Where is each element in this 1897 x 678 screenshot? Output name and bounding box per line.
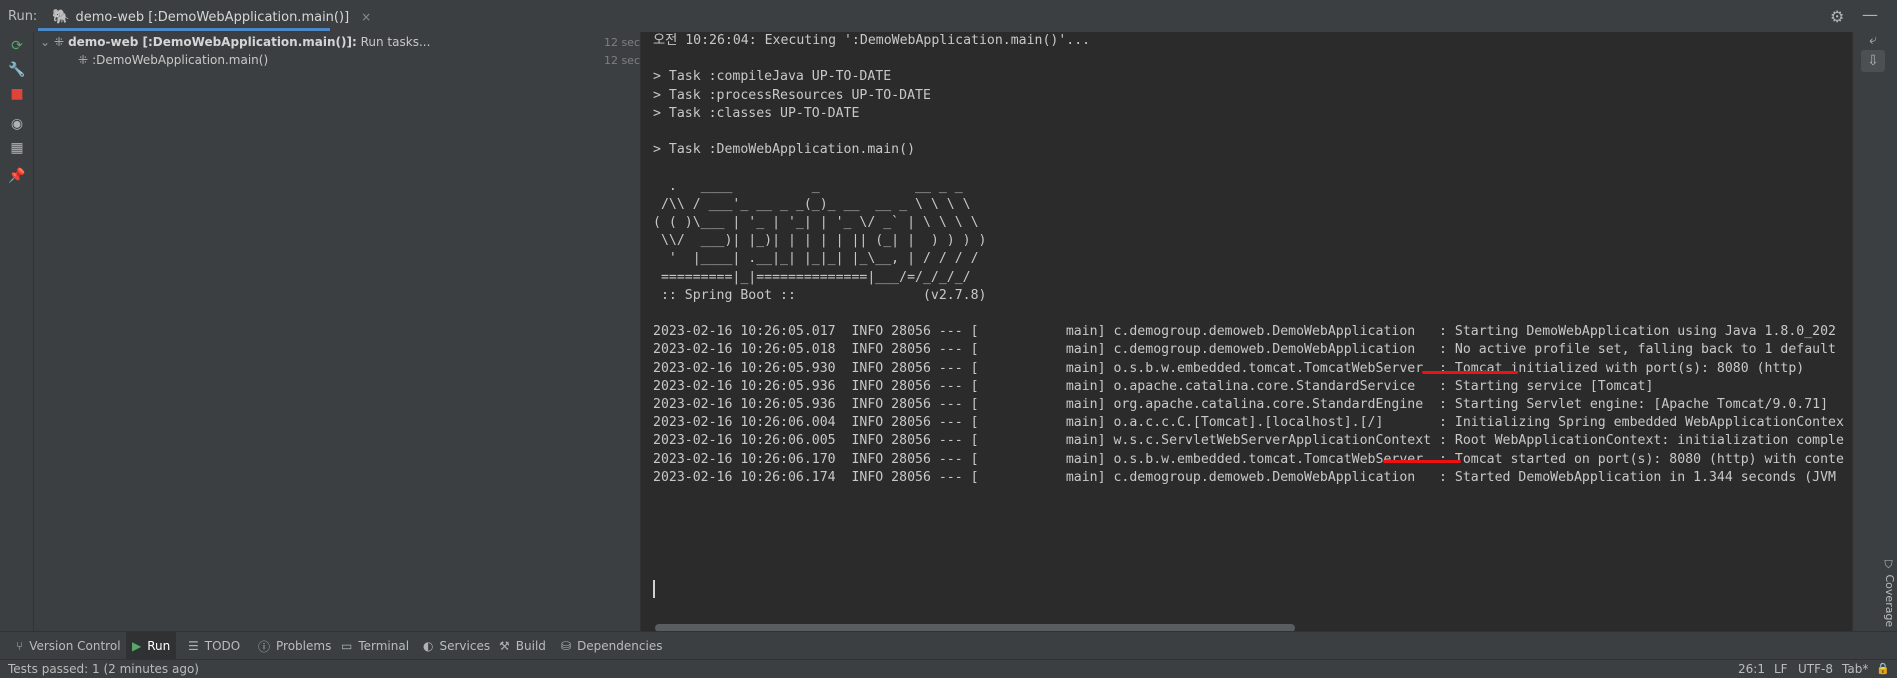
- build-icon: ⚒: [499, 639, 510, 653]
- status-message[interactable]: Tests passed: 1 (2 minutes ago): [8, 660, 199, 678]
- console-line: 2023-02-16 10:26:05.017 INFO 28056 --- […: [653, 324, 1836, 340]
- tab-problems[interactable]: ⓘ Problems: [252, 632, 337, 660]
- console-output[interactable]: 오전 10:26:04: Executing ':DemoWebApplicat…: [641, 32, 1851, 632]
- tab-build[interactable]: ⚒ Build: [493, 632, 552, 660]
- scroll-to-end-icon[interactable]: ⇩: [1861, 50, 1885, 72]
- tool-window-tab-label: Problems: [276, 639, 332, 653]
- run-tab-demo-web[interactable]: 🐘 demo-web [:DemoWebApplication.main()] …: [38, 4, 383, 30]
- eye-icon[interactable]: ◉: [7, 114, 27, 134]
- coverage-label: Coverage: [1883, 574, 1896, 628]
- gear-icon[interactable]: ⚙: [1830, 7, 1844, 26]
- run-toolbar: Run: 🐘 demo-web [:DemoWebApplication.mai…: [0, 0, 1897, 33]
- console-line: 2023-02-16 10:26:05.936 INFO 28056 --- […: [653, 378, 1654, 394]
- run-tab-label: demo-web [:DemoWebApplication.main()]: [75, 9, 350, 25]
- console-line: . ____ _ __ _ _: [653, 178, 963, 194]
- console-line: 2023-02-16 10:26:06.005 INFO 28056 --- […: [653, 433, 1844, 449]
- pin-icon[interactable]: 📌: [7, 166, 27, 186]
- layout-icon[interactable]: ▦: [7, 138, 27, 158]
- console-line: 2023-02-16 10:26:05.018 INFO 28056 --- […: [653, 342, 1836, 358]
- tool-window-tab-label: Terminal: [358, 639, 410, 653]
- tool-window-tab-label: Dependencies: [577, 639, 663, 653]
- lock-icon[interactable]: 🔒: [1876, 660, 1890, 678]
- services-icon: ◐: [423, 639, 434, 653]
- tool-window-tab-label: Services: [439, 639, 491, 653]
- tool-window-bar: ⑂ Version Control ▶ Run ☰ TODO ⓘ Problems ▭ Termi…: [0, 631, 1897, 660]
- todo-icon: ☰: [188, 639, 199, 653]
- minimize-icon[interactable]: —: [1862, 5, 1878, 24]
- close-icon[interactable]: ×: [361, 10, 371, 24]
- tab-todo[interactable]: ☰ TODO: [182, 632, 246, 660]
- tree-row-duration: 12 sec: [603, 35, 640, 49]
- problems-icon: ⓘ: [258, 639, 271, 654]
- tree-row-duration: 12 sec: [603, 53, 640, 67]
- console-line: > Task :processResources UP-TO-DATE: [653, 87, 931, 103]
- tree-row[interactable]: ⁜:DemoWebApplication.main() 12 sec: [34, 50, 640, 70]
- tab-terminal[interactable]: ▭ Terminal: [335, 632, 415, 660]
- stop-icon[interactable]: ■: [7, 84, 27, 104]
- console-line: ( ( )\___ | '_ | '_| | '_ \/ _` | \ \ \ …: [653, 215, 979, 230]
- annotation-underline: [1422, 371, 1518, 374]
- caret-position[interactable]: 26:1: [1738, 660, 1765, 678]
- console-line: 오전 10:26:04: Executing ':DemoWebApplicat…: [653, 33, 1091, 48]
- run-icon: ▶: [132, 639, 142, 653]
- line-separator[interactable]: LF: [1774, 660, 1788, 678]
- console-line: ' |____| .__|_| |_|_| |_\__, | / / / /: [653, 251, 979, 267]
- console-line: =========|_|==============|___/=/_/_/_/: [653, 269, 971, 285]
- console-line: \\/ ___)| |_)| | | | | || (_| | ) ) ) ): [653, 233, 987, 249]
- console-right-toolbar: ⤶ ⇩: [1852, 32, 1897, 631]
- tree-row-label: Run tasks...: [356, 35, 431, 49]
- file-encoding[interactable]: UTF-8: [1798, 660, 1833, 678]
- rerun-icon[interactable]: ⟳: [7, 36, 27, 56]
- dependencies-icon: ⛁: [561, 639, 572, 653]
- console-line: > Task :DemoWebApplication.main(): [653, 142, 916, 158]
- annotation-underline: [1383, 460, 1461, 463]
- status-bar: Tests passed: 1 (2 minutes ago) 26:1 LF …: [0, 659, 1897, 678]
- console-line: 2023-02-16 10:26:05.936 INFO 28056 --- […: [653, 397, 1829, 412]
- soft-wrap-icon[interactable]: ⤶: [1861, 29, 1885, 51]
- text-caret: [653, 580, 655, 598]
- console-line: 2023-02-16 10:26:06.170 INFO 28056 --- […: [653, 451, 1844, 467]
- version-control-icon: ⑂: [16, 639, 24, 653]
- tool-window-tab-label: Build: [515, 639, 546, 653]
- terminal-icon: ▭: [341, 639, 353, 653]
- console-line: > Task :classes UP-TO-DATE: [653, 105, 860, 121]
- chevron-down-icon[interactable]: ⌄: [40, 35, 54, 49]
- gradle-elephant-icon: 🐘: [52, 9, 70, 25]
- tab-run[interactable]: ▶ Run: [126, 632, 177, 660]
- tab-dependencies[interactable]: ⛁ Dependencies: [555, 632, 668, 660]
- console-line: 2023-02-16 10:26:05.930 INFO 28056 --- […: [653, 360, 1805, 376]
- indent-setting[interactable]: Tab*: [1842, 660, 1868, 678]
- console-line: > Task :compileJava UP-TO-DATE: [653, 69, 892, 85]
- tool-window-tab-label: Version Control: [29, 639, 121, 653]
- tab-services[interactable]: ◐ Services: [417, 632, 496, 660]
- run-label: Run:: [8, 9, 38, 24]
- console-line: 2023-02-16 10:26:06.004 INFO 28056 --- […: [653, 415, 1844, 431]
- coverage-side-tab[interactable]: ⛉ Coverage: [1880, 560, 1896, 627]
- run-tree: ⌄ ⁜ demo-web [:DemoWebApplication.main()]:…: [34, 32, 641, 631]
- tool-window-tab-label: Run: [147, 639, 171, 653]
- console-line: /\\ / ___'_ __ _ _(_)_ __ __ _ \ \ \ \: [653, 196, 971, 212]
- spinner-icon: ⁜: [54, 35, 65, 49]
- active-tab-indicator: [38, 28, 330, 31]
- tool-window-tab-label: TODO: [204, 639, 241, 653]
- shield-icon: ⛉: [1883, 560, 1896, 571]
- tree-row-label: :DemoWebApplication.main(): [92, 53, 269, 67]
- tab-version-control[interactable]: ⑂ Version Control: [10, 632, 127, 660]
- tree-row-title: demo-web [:DemoWebApplication.main()]:: [68, 35, 357, 49]
- spinner-icon: ⁜: [78, 53, 89, 67]
- wrench-icon[interactable]: 🔧: [7, 60, 27, 80]
- tree-row[interactable]: ⌄ ⁜ demo-web [:DemoWebApplication.main()]:…: [34, 32, 640, 52]
- console-line: 2023-02-16 10:26:06.174 INFO 28056 --- […: [653, 469, 1836, 485]
- console-line: :: Spring Boot :: (v2.7.8): [653, 287, 987, 303]
- run-left-toolbar: ⟳ 🔧 ■ ◉ ▦ 📌: [0, 32, 34, 631]
